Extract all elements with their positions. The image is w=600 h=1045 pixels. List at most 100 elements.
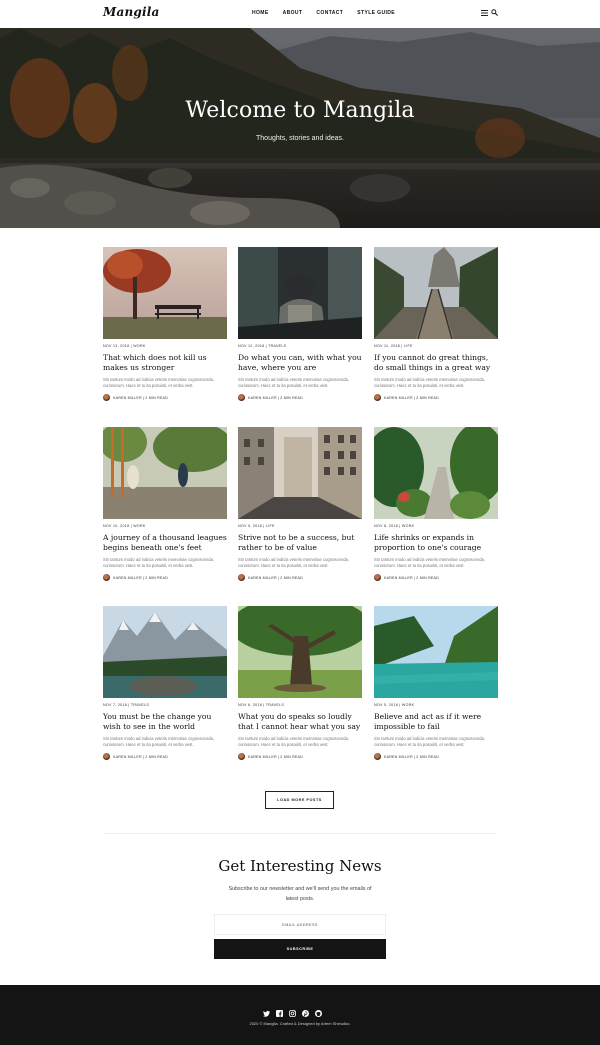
email-field[interactable]: EMAIL ADDRESS — [214, 914, 386, 935]
avatar — [374, 394, 381, 401]
post-meta: NOV 12, 2018 | TRAVELS — [238, 344, 287, 348]
nav-home[interactable]: HOME — [252, 10, 269, 16]
post-excerpt: Sin tantum modo ad indicia veteris memor… — [374, 736, 486, 747]
post-author: KAREN MILLER | 2 MIN READ — [238, 574, 362, 581]
site-logo[interactable]: Mangila — [103, 5, 159, 19]
post-title[interactable]: Do what you can, with what you have, whe… — [238, 353, 362, 373]
post-image-greenhouse[interactable] — [374, 427, 498, 519]
menu-icon[interactable] — [481, 9, 488, 16]
post-card[interactable]: NOV 11, 2018 | LIFE If you cannot do gre… — [374, 247, 498, 401]
post-card[interactable]: NOV 6, 2018 | TRAVELS What you do speaks… — [238, 606, 362, 760]
post-title[interactable]: You must be the change you wish to see i… — [103, 712, 227, 732]
search-icon[interactable] — [491, 9, 498, 16]
post-meta: NOV 11, 2018 | LIFE — [374, 344, 413, 348]
avatar — [374, 753, 381, 760]
pinterest-icon[interactable] — [302, 1004, 309, 1017]
avatar — [103, 574, 110, 581]
post-meta: NOV 9, 2018 | LIFE — [238, 524, 275, 528]
post-title[interactable]: What you do speaks so loudly that I cann… — [238, 712, 362, 732]
nav-contact[interactable]: CONTACT — [316, 10, 343, 16]
post-title[interactable]: Believe and act as if it were impossible… — [374, 712, 498, 732]
post-image-mountains[interactable] — [103, 606, 227, 698]
post-meta: NOV 7, 2018 | TRAVELS — [103, 703, 150, 707]
hero-image — [0, 28, 600, 228]
section-divider — [103, 833, 497, 834]
post-image-big-tree[interactable] — [238, 606, 362, 698]
header-icons — [481, 9, 498, 16]
author-byline[interactable]: KAREN MILLER | 2 MIN READ — [384, 576, 439, 580]
post-title[interactable]: A journey of a thousand leagues begins b… — [103, 533, 227, 553]
instagram-icon[interactable] — [289, 1004, 296, 1017]
nav-about[interactable]: ABOUT — [283, 10, 303, 16]
avatar — [103, 394, 110, 401]
post-author: KAREN MILLER | 2 MIN READ — [374, 753, 498, 760]
hero-banner: Welcome to Mangila Thoughts, stories and… — [0, 28, 600, 228]
post-image-swings[interactable] — [103, 427, 227, 519]
post-excerpt: Sin tantum modo ad indicia veteris memor… — [238, 377, 350, 388]
post-meta: NOV 10, 2018 | WORK — [103, 524, 146, 528]
post-author: KAREN MILLER | 2 MIN READ — [103, 574, 227, 581]
post-author: KAREN MILLER | 2 MIN READ — [103, 394, 227, 401]
copyright-text: 2020 © Mangila. Crafted & Designed by Ar… — [249, 1021, 351, 1026]
post-card[interactable]: NOV 7, 2018 | TRAVELS You must be the ch… — [103, 606, 227, 760]
post-excerpt: Sin tantum modo ad indicia veteris memor… — [103, 377, 215, 388]
avatar — [103, 753, 110, 760]
social-links — [263, 1004, 322, 1017]
post-card[interactable]: NOV 12, 2018 | TRAVELS Do what you can, … — [238, 247, 362, 401]
site-footer: 2020 © Mangila. Crafted & Designed by Ar… — [0, 985, 600, 1045]
author-byline[interactable]: KAREN MILLER | 2 MIN READ — [113, 576, 168, 580]
post-author: KAREN MILLER | 2 MIN READ — [374, 394, 498, 401]
post-excerpt: Sin tantum modo ad indicia veteris memor… — [103, 736, 215, 747]
post-image-street[interactable] — [238, 427, 362, 519]
post-image-river[interactable] — [374, 606, 498, 698]
post-excerpt: Sin tantum modo ad indicia veteris memor… — [238, 736, 350, 747]
post-author: KAREN MILLER | 2 MIN READ — [238, 753, 362, 760]
github-icon[interactable] — [315, 1004, 322, 1017]
author-byline[interactable]: KAREN MILLER | 2 MIN READ — [113, 755, 168, 759]
newsletter-text: Subscribe to our newsletter and we'll se… — [228, 886, 372, 902]
post-meta: NOV 6, 2018 | TRAVELS — [238, 703, 285, 707]
post-image-tree-bench[interactable] — [103, 247, 227, 339]
post-excerpt: Sin tantum modo ad indicia veteris memor… — [374, 377, 486, 388]
post-excerpt: Sin tantum modo ad indicia veteris memor… — [374, 557, 486, 568]
post-title[interactable]: Strive not to be a success, but rather t… — [238, 533, 362, 553]
post-author: KAREN MILLER | 2 MIN READ — [103, 753, 227, 760]
author-byline[interactable]: KAREN MILLER | 2 MIN READ — [113, 396, 168, 400]
post-title[interactable]: Life shrinks or expands in proportion to… — [374, 533, 498, 553]
post-image-railway[interactable] — [374, 247, 498, 339]
nav-style-guide[interactable]: STYLE GUIDE — [357, 10, 395, 16]
post-author: KAREN MILLER | 2 MIN READ — [374, 574, 498, 581]
hero-title: Welcome to Mangila — [185, 98, 415, 123]
post-excerpt: Sin tantum modo ad indicia veteris memor… — [103, 557, 215, 568]
post-title[interactable]: If you cannot do great things, do small … — [374, 353, 498, 373]
post-card[interactable]: NOV 13, 2018 | WORK That which does not … — [103, 247, 227, 401]
hero-subtitle: Thoughts, stories and ideas. — [256, 135, 344, 142]
post-card[interactable]: NOV 5, 2018 | WORK Believe and act as if… — [374, 606, 498, 760]
post-excerpt: Sin tantum modo ad indicia veteris memor… — [238, 557, 350, 568]
site-header: Mangila HOME ABOUT CONTACT STYLE GUIDE — [0, 0, 600, 28]
avatar — [238, 574, 245, 581]
load-more-button[interactable]: LOAD MORE POSTS — [265, 791, 334, 809]
author-byline[interactable]: KAREN MILLER | 2 MIN READ — [248, 576, 303, 580]
main-nav: HOME ABOUT CONTACT STYLE GUIDE — [252, 10, 409, 16]
twitter-icon[interactable] — [263, 1004, 270, 1017]
post-meta: NOV 5, 2018 | WORK — [374, 703, 415, 707]
subscribe-button[interactable]: SUBSCRIBE — [214, 939, 386, 959]
newsletter-title: Get Interesting News — [218, 857, 382, 875]
post-card[interactable]: NOV 10, 2018 | WORK A journey of a thous… — [103, 427, 227, 581]
post-card[interactable]: NOV 8, 2018 | WORK Life shrinks or expan… — [374, 427, 498, 581]
post-image-hiker[interactable] — [238, 247, 362, 339]
post-card[interactable]: NOV 9, 2018 | LIFE Strive not to be a su… — [238, 427, 362, 581]
avatar — [238, 394, 245, 401]
author-byline[interactable]: KAREN MILLER | 2 MIN READ — [248, 396, 303, 400]
avatar — [374, 574, 381, 581]
author-byline[interactable]: KAREN MILLER | 2 MIN READ — [248, 755, 303, 759]
post-meta: NOV 8, 2018 | WORK — [374, 524, 415, 528]
post-meta: NOV 13, 2018 | WORK — [103, 344, 146, 348]
author-byline[interactable]: KAREN MILLER | 2 MIN READ — [384, 396, 439, 400]
author-byline[interactable]: KAREN MILLER | 2 MIN READ — [384, 755, 439, 759]
facebook-icon[interactable] — [276, 1004, 283, 1017]
avatar — [238, 753, 245, 760]
post-title[interactable]: That which does not kill us makes us str… — [103, 353, 227, 373]
post-author: KAREN MILLER | 2 MIN READ — [238, 394, 362, 401]
